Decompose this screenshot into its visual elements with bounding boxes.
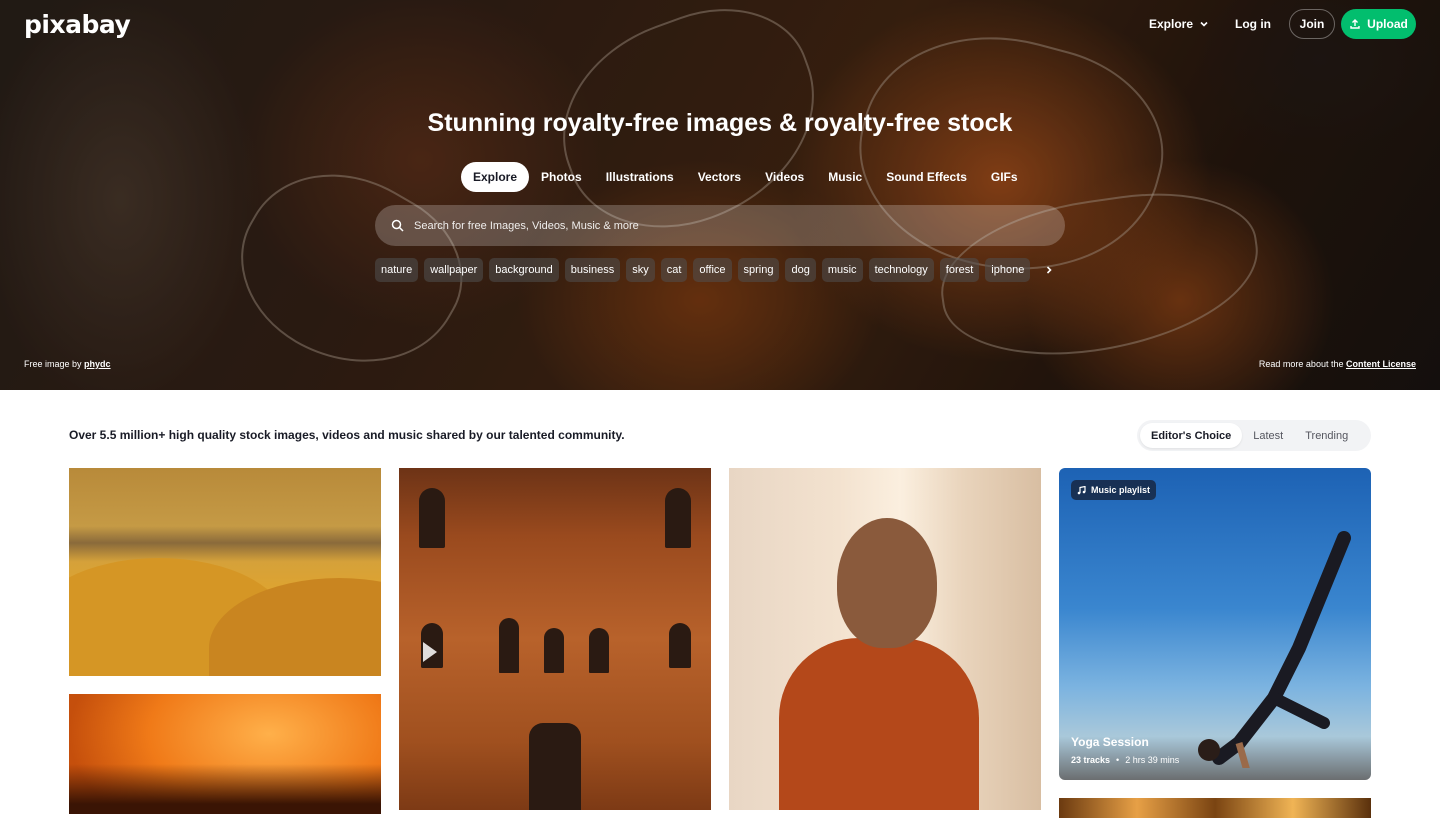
playlist-meta: 23 tracks • 2 hrs 39 mins <box>1071 755 1179 765</box>
sort-editors-choice[interactable]: Editor's Choice <box>1140 423 1243 448</box>
tag-chip[interactable]: technology <box>868 258 934 282</box>
content-license-link[interactable]: Content License <box>1346 359 1416 369</box>
license-prefix: Read more about the <box>1258 359 1344 369</box>
explore-label: Explore <box>1148 17 1193 31</box>
tab-explore[interactable]: Explore <box>461 162 530 192</box>
category-tabs: Explore Photos Illustrations Vectors Vid… <box>461 162 1030 192</box>
tab-illustrations[interactable]: Illustrations <box>594 162 686 192</box>
hero-banner: pixabay Explore Log in Join Upload Stunn… <box>0 0 1440 390</box>
search-icon <box>391 219 404 232</box>
yoga-figure <box>1198 531 1351 768</box>
tags-next-button[interactable] <box>1044 265 1054 275</box>
music-playlist-badge: Music playlist <box>1071 480 1157 500</box>
tag-chip[interactable]: sky <box>626 258 655 282</box>
image-card-desert[interactable] <box>69 468 381 676</box>
upload-icon <box>1350 19 1360 29</box>
popular-tags: nature wallpaper background business sky… <box>375 258 1060 282</box>
image-card-monk[interactable] <box>729 468 1041 810</box>
church-window <box>419 488 445 548</box>
tab-sound-effects[interactable]: Sound Effects <box>874 162 979 192</box>
top-navigation: Explore Log in Join Upload <box>1149 9 1416 39</box>
upload-button[interactable]: Upload <box>1341 9 1416 39</box>
tab-music[interactable]: Music <box>816 162 874 192</box>
church-window <box>529 723 581 810</box>
sort-trending[interactable]: Trending <box>1294 423 1359 448</box>
tab-gifs[interactable]: GIFs <box>979 162 1030 192</box>
site-tagline: Over 5.5 million+ high quality stock ima… <box>69 428 625 442</box>
playlist-duration: 2 hrs 39 mins <box>1125 755 1180 765</box>
search-bar[interactable] <box>375 205 1065 246</box>
meta-separator: • <box>1116 755 1120 765</box>
church-window <box>544 628 564 673</box>
sort-toggle: Editor's Choice Latest Trending <box>1137 420 1371 451</box>
license-note: Read more about the Content License <box>1259 359 1416 369</box>
search-input[interactable] <box>414 219 1014 232</box>
playlist-track-count: 23 tracks <box>1071 755 1111 765</box>
tag-chip[interactable]: forest <box>939 258 980 282</box>
hero-overlay <box>0 0 1440 390</box>
chevron-right-icon <box>1047 266 1052 274</box>
chevron-down-icon <box>1200 21 1208 27</box>
tag-chip[interactable]: background <box>489 258 559 282</box>
tag-chip[interactable]: nature <box>375 258 419 282</box>
join-button[interactable]: Join <box>1289 9 1335 39</box>
music-playlist-card[interactable]: Music playlist Yoga Session 23 tracks • … <box>1059 468 1371 780</box>
image-credit: Free image by phydc <box>24 359 111 369</box>
monk-robe-shape <box>779 638 979 810</box>
tag-chip[interactable]: iphone <box>985 258 1031 282</box>
tag-chip[interactable]: spring <box>737 258 780 282</box>
church-window <box>589 628 609 673</box>
play-icon <box>423 642 437 662</box>
tag-chip[interactable]: music <box>821 258 863 282</box>
church-window <box>669 623 691 668</box>
tab-vectors[interactable]: Vectors <box>686 162 753 192</box>
tab-photos[interactable]: Photos <box>529 162 594 192</box>
credit-prefix: Free image by <box>24 359 82 369</box>
login-link[interactable]: Log in <box>1235 17 1271 31</box>
upload-label: Upload <box>1367 17 1408 31</box>
tab-videos[interactable]: Videos <box>753 162 816 192</box>
playlist-title: Yoga Session <box>1071 735 1149 749</box>
credit-author-link[interactable]: phydc <box>84 359 111 369</box>
monk-head-shape <box>837 518 937 648</box>
tag-chip[interactable]: wallpaper <box>424 258 484 282</box>
grass-silhouette <box>69 764 381 814</box>
image-card-church[interactable] <box>399 468 711 810</box>
music-playlist-label: Music playlist <box>1091 485 1151 495</box>
church-window <box>499 618 519 673</box>
explore-menu-button[interactable]: Explore <box>1149 17 1209 31</box>
hero-title: Stunning royalty-free images & royalty-f… <box>427 109 1013 137</box>
image-card-lights[interactable] <box>1059 798 1371 818</box>
pixabay-logo[interactable]: pixabay <box>24 10 131 39</box>
tag-chip[interactable]: business <box>564 258 621 282</box>
music-note-icon <box>1077 485 1086 494</box>
image-card-sunset[interactable] <box>69 694 381 814</box>
tag-chip[interactable]: dog <box>785 258 816 282</box>
sort-latest[interactable]: Latest <box>1242 423 1294 448</box>
tag-chip[interactable]: office <box>693 258 732 282</box>
church-window <box>665 488 691 548</box>
tag-chip[interactable]: cat <box>660 258 688 282</box>
